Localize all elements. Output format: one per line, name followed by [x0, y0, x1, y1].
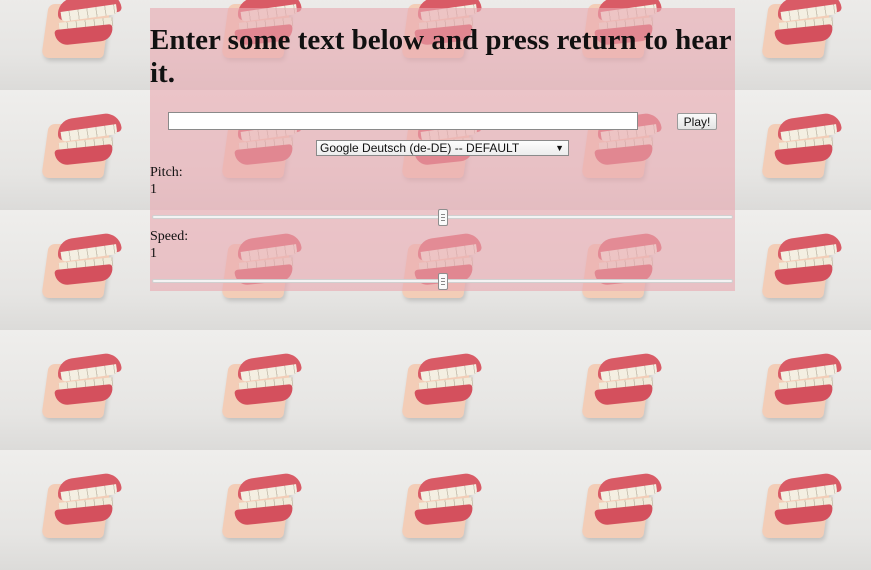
speed-value: 1 [150, 246, 157, 261]
denture-image [165, 450, 345, 570]
speech-text-input[interactable] [168, 112, 638, 130]
speed-label: Speed: [150, 229, 189, 244]
denture-image [0, 210, 165, 330]
denture-image [165, 330, 345, 450]
speed-slider-handle[interactable] [437, 273, 448, 290]
play-button[interactable]: Play! [677, 113, 717, 130]
denture-image [0, 0, 165, 90]
grip-icon [440, 278, 445, 285]
denture-image [525, 330, 705, 450]
page-title: Enter some text below and press return t… [150, 24, 732, 89]
denture-image [0, 330, 165, 450]
chevron-down-icon: ▼ [555, 143, 564, 153]
denture-image [525, 450, 705, 570]
pitch-slider-handle[interactable] [437, 209, 448, 226]
denture-image [0, 450, 165, 570]
denture-image [705, 450, 871, 570]
voice-select[interactable]: Google Deutsch (de-DE) -- DEFAULT ▼ [316, 140, 569, 156]
denture-image [0, 90, 165, 210]
pitch-label: Pitch: [150, 165, 183, 180]
pitch-value: 1 [150, 182, 157, 197]
grip-icon [440, 214, 445, 221]
denture-image [345, 450, 525, 570]
voice-select-value: Google Deutsch (de-DE) -- DEFAULT [320, 141, 520, 155]
denture-image [705, 330, 871, 450]
denture-image [345, 330, 525, 450]
